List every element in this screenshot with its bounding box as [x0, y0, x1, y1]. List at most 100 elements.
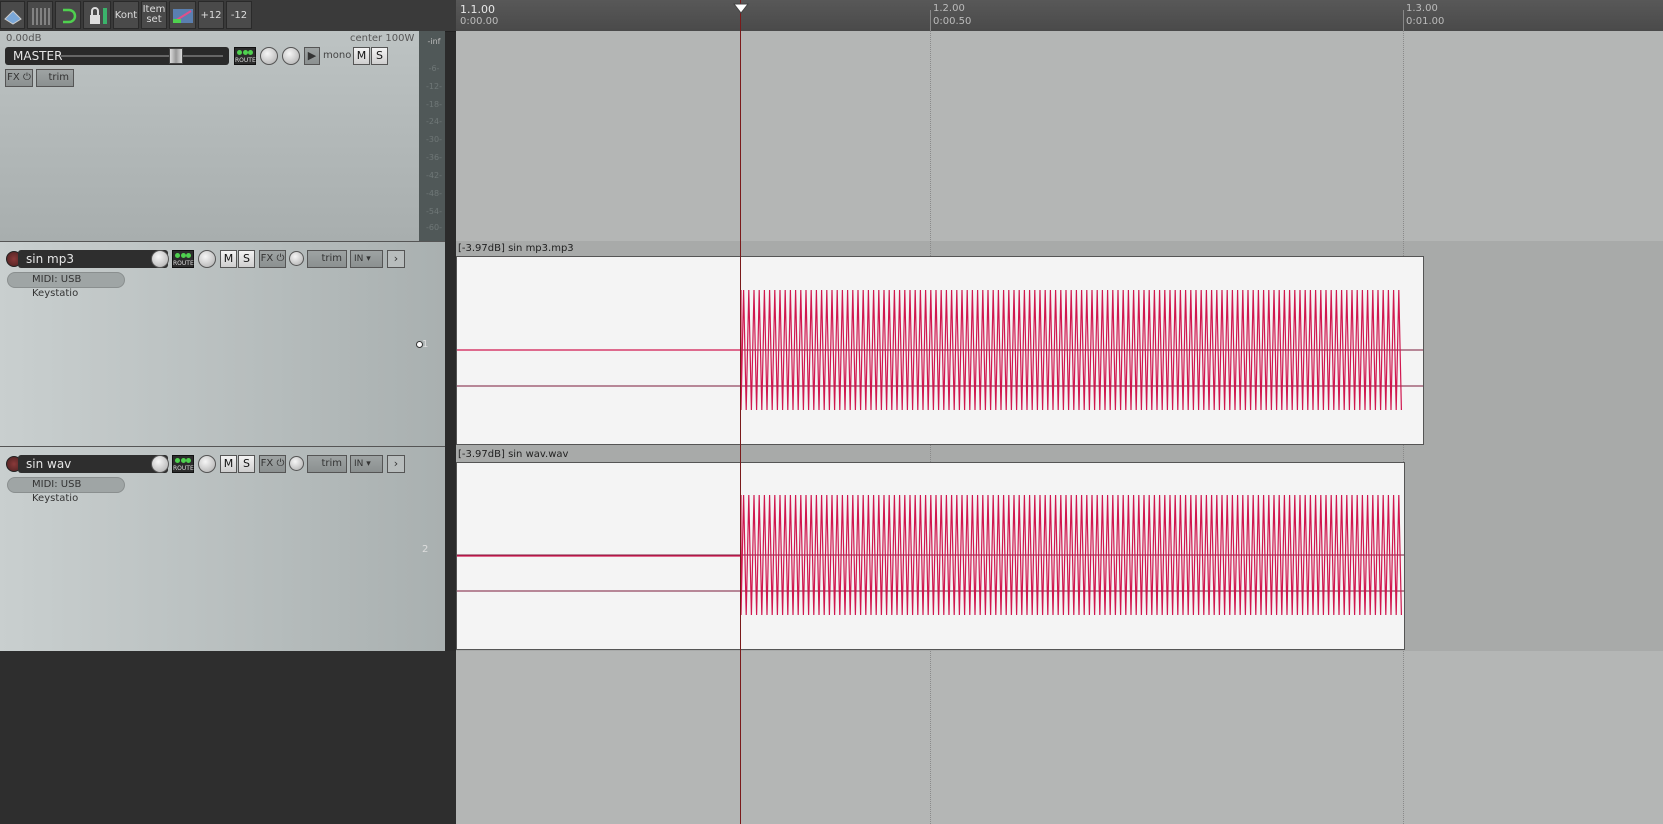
master-solo-button[interactable]: S	[371, 47, 388, 65]
meter-scale-12: -12-	[426, 82, 442, 91]
track-1-panel[interactable]: sin mp3 ROUTE M S FX ⏻ trim IN ▾ › MIDI:…	[0, 241, 445, 457]
minus-12-button[interactable]: -12	[226, 1, 252, 29]
track-2-name[interactable]: sin wav	[18, 455, 168, 473]
master-fader-track	[61, 55, 223, 57]
master-trim-button[interactable]: trim	[36, 69, 74, 87]
track-1-input-dropdown-icon: ▾	[366, 254, 371, 264]
track-2-route-label: ROUTE	[173, 465, 194, 472]
playhead-marker-icon[interactable]	[732, 3, 750, 18]
master-trim-label: trim	[48, 72, 69, 83]
item-set-button[interactable]: Item set	[141, 1, 167, 29]
item-set-label-2: set	[146, 14, 162, 25]
master-track: 0.00dB center 100W MASTER ROUTE ▶ mono M…	[0, 31, 445, 251]
track-1-phase-icon[interactable]	[289, 251, 304, 266]
master-name-fader[interactable]: MASTER	[5, 47, 229, 65]
media-item-sin-wav[interactable]	[456, 462, 1405, 650]
edit-cursor[interactable]	[740, 0, 741, 824]
track-1-route-button[interactable]: ROUTE	[172, 250, 194, 268]
track-2-solo-button[interactable]: S	[238, 455, 255, 473]
meter-scale-48: -48-	[426, 189, 442, 198]
media-item-sin-mp3[interactable]	[456, 256, 1424, 445]
ruler-tick-3	[1403, 10, 1404, 31]
meter-scale-24: -24-	[426, 117, 442, 126]
item-1-waveform	[457, 289, 1423, 411]
track-1-fx-label: FX	[260, 253, 274, 264]
track-1-volume-knob[interactable]	[151, 250, 169, 268]
master-pan-knob[interactable]	[282, 47, 300, 65]
ruler-time-2: 0:00.50	[933, 16, 972, 27]
track-1-input-label: IN	[354, 254, 364, 264]
track-2-panel[interactable]: sin wav ROUTE M S FX ⏻ trim IN ▾ › MIDI:…	[0, 446, 445, 651]
meter-scale-6: -6-	[428, 64, 440, 73]
track-1-input-button[interactable]: IN ▾	[350, 250, 383, 268]
track-1-route-label: ROUTE	[173, 260, 194, 267]
meter-scale-inf: -inf	[427, 37, 441, 46]
master-route-label: ROUTE	[235, 57, 256, 64]
track-1-name[interactable]: sin mp3	[18, 250, 168, 268]
track-2-input-button[interactable]: IN ▾	[350, 455, 383, 473]
ruler-bar-2: 1.2.00	[933, 3, 965, 14]
item-2-label: [-3.97dB] sin wav.wav	[458, 449, 569, 460]
track-1-midi-input[interactable]: MIDI: USB Keystatio	[7, 272, 125, 299]
master-pan-readout: center 100W	[350, 33, 414, 44]
meter-scale-54: -54-	[426, 207, 442, 216]
track-2-trim-label: trim	[321, 458, 342, 469]
item-2-waveform	[457, 494, 1404, 616]
master-fader-handle[interactable]	[169, 48, 183, 64]
meter-scale-42: -42-	[426, 171, 442, 180]
ruler-tick-2	[930, 10, 931, 31]
plus-12-button[interactable]: +12	[198, 1, 224, 29]
snap-icon[interactable]	[0, 1, 25, 29]
grid-icon[interactable]	[27, 1, 53, 29]
master-fx-label: FX	[7, 72, 20, 83]
master-route-button[interactable]: ROUTE	[234, 47, 256, 65]
track-2-pan-knob[interactable]	[198, 455, 216, 473]
meter-scale-30: -30-	[426, 135, 442, 144]
master-fx-power-icon: ⏻	[22, 72, 31, 83]
lock-icon[interactable]	[83, 1, 111, 29]
tcp-empty-area[interactable]	[0, 651, 456, 824]
arrange-empty-area[interactable]	[456, 651, 1663, 824]
track-2-fx-button[interactable]: FX ⏻	[259, 455, 286, 473]
master-pan-text: center	[350, 33, 383, 44]
ruler-bar-3: 1.3.00	[1406, 3, 1438, 14]
master-name: MASTER	[13, 49, 63, 63]
ruler-bar-1: 1.1.00	[460, 3, 495, 16]
tcp-resize-handle[interactable]	[416, 341, 423, 348]
track-2-input-dropdown-icon: ▾	[366, 459, 371, 469]
track-2-fx-label: FX	[260, 458, 274, 469]
track-1-trim-label: trim	[321, 253, 342, 264]
master-play-icon[interactable]: ▶	[304, 47, 320, 65]
track-2-chevron-right-icon[interactable]: ›	[387, 455, 405, 473]
master-mute-button[interactable]: M	[353, 47, 370, 65]
track-2-midi-input[interactable]: MIDI: USB Keystatio	[7, 477, 125, 504]
ruler-time-3: 0:01.00	[1406, 16, 1445, 27]
ruler-time-1: 0:00.00	[460, 16, 499, 27]
item-1-label: [-3.97dB] sin mp3.mp3	[458, 243, 574, 254]
track-2-phase-icon[interactable]	[289, 456, 304, 471]
timeline-ruler[interactable]: 1.1.00 0:00.00 1.2.00 0:00.50 1.3.00 0:0…	[456, 0, 1663, 32]
track-1-pan-knob[interactable]	[198, 250, 216, 268]
master-mono-label[interactable]: mono	[323, 50, 351, 61]
track-1-trim-button[interactable]: trim	[307, 250, 347, 268]
track-2-volume-knob[interactable]	[151, 455, 169, 473]
track-1-fx-power-icon: ⏻	[276, 253, 285, 264]
track-1-solo-button[interactable]: S	[238, 250, 255, 268]
meter-scale-60: -60-	[426, 223, 442, 232]
track-1-chevron-right-icon[interactable]: ›	[387, 250, 405, 268]
ripple-icon[interactable]	[55, 1, 81, 29]
track-1-mute-button[interactable]: M	[220, 250, 237, 268]
track-2-route-button[interactable]: ROUTE	[172, 455, 194, 473]
master-fx-button[interactable]: FX ⏻	[5, 69, 33, 87]
master-volume-knob[interactable]	[260, 47, 278, 65]
track-1-midi-label: MIDI: USB Keystatio	[32, 274, 82, 299]
master-width-text: 100W	[385, 33, 415, 44]
track-1-fx-button[interactable]: FX ⏻	[259, 250, 286, 268]
meter-scale-18: -18-	[426, 100, 442, 109]
kont-button[interactable]: Kont	[113, 1, 139, 29]
track-2-trim-button[interactable]: trim	[307, 455, 347, 473]
main-toolbar: Kont Item set +12 -12	[0, 0, 456, 32]
track-2-midi-label: MIDI: USB Keystatio	[32, 479, 82, 504]
track-2-mute-button[interactable]: M	[220, 455, 237, 473]
crossfade-icon[interactable]	[169, 1, 196, 29]
